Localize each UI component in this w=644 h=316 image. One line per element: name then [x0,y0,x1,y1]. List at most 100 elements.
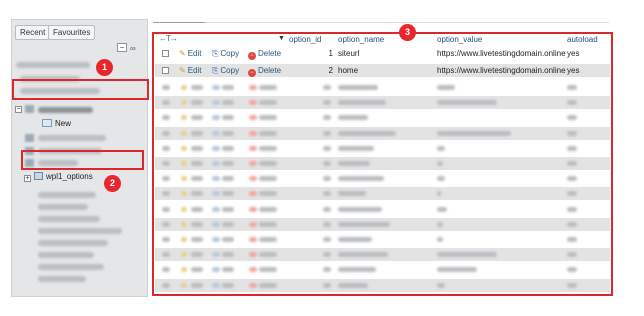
blurred-cell [222,130,234,136]
blurred-cell [212,191,220,197]
blurred-cell [323,145,331,151]
blurred-cell [323,176,331,182]
blurred-cell [259,221,277,227]
table-row: ✎ Edit ⎘ Copy − Delete 1 siteurl https://ww… [155,47,610,60]
new-label: New [55,119,72,128]
blurred-cell [338,206,382,212]
cell-option-name: home [338,66,359,75]
blurred-cell [323,115,331,121]
blurred-cell [567,100,577,106]
column-autoload[interactable]: autoload [567,35,598,45]
blurred-cell [338,115,368,121]
blurred-cell [249,267,257,273]
blurred-cell [567,130,577,136]
top-divider [153,22,609,23]
table-row [155,126,610,140]
blurred-cell [222,267,234,273]
blurred-cell [338,100,386,106]
blurred-cell [162,145,170,151]
link-with-main-icon[interactable]: ∞ [130,44,136,53]
blurred-cell [338,191,366,197]
copy-button[interactable]: ⎘ Copy [212,47,239,60]
blurred-cell [249,176,257,182]
blurred-cell [567,85,577,90]
table-item-options[interactable]: + wpl1_options [24,170,93,183]
blurred-cell [222,191,234,197]
blurred-cell [191,115,203,121]
blurred-cell [259,115,277,121]
blurred-cell [222,115,234,121]
blurred-cell [567,115,577,121]
blurred-cell [191,206,203,212]
database-icon [25,105,34,113]
row-checkbox[interactable] [162,50,169,57]
blurred-cell [567,206,577,212]
table-row [155,141,610,155]
column-arrows-icon[interactable]: ←T→ [159,34,178,43]
blurred-cell [338,221,390,227]
cell-option-name: siteurl [338,49,360,58]
tab-favourites[interactable]: Favourites [48,25,96,40]
cell-option-id: 1 [328,49,333,58]
expand-tree-icon[interactable]: + [24,175,31,182]
blurred-table-item [38,276,86,282]
cell-autoload: yes [567,66,580,75]
collapse-tree-icon[interactable]: − [15,106,22,113]
blurred-cell [323,85,331,90]
tab-recent[interactable]: Recent [15,25,51,40]
blurred-cell [323,130,331,136]
cell-autoload: yes [567,49,580,58]
delete-button[interactable]: − Delete [248,47,281,60]
blurred-nav-item [20,76,80,82]
blurred-cell [567,237,577,242]
blurred-cell [212,85,220,90]
blurred-cell [259,145,277,151]
blurred-table-item [38,240,108,246]
blurred-cell [249,237,257,242]
blurred-cell [191,161,203,166]
blurred-cell [181,85,187,90]
blurred-table-item [38,228,122,234]
blurred-cell [437,282,445,288]
table-row [155,111,610,125]
blurred-cell [249,145,257,151]
cell-option-value: https://www.livetestingdomain.online [437,66,566,75]
blurred-cell [323,267,331,273]
blurred-cell [259,85,277,90]
blurred-cell [181,237,187,242]
blurred-cell [191,85,203,90]
edit-button[interactable]: ✎ Edit [179,47,202,60]
column-option-value[interactable]: option_value [437,35,482,45]
blurred-table-item [38,216,100,222]
blurred-cell [162,191,170,197]
blurred-cell [567,176,577,182]
blurred-cell [249,191,257,197]
blurred-cell [249,115,257,121]
blurred-cell [212,145,220,151]
blurred-cell [437,145,445,151]
blurred-cell [437,191,441,197]
blurred-cell [222,206,234,212]
table-row [155,96,610,110]
blurred-cell [191,100,203,106]
column-option-id[interactable]: option_id [289,35,321,45]
copy-button[interactable]: ⎘ Copy [212,64,239,77]
blurred-table-item [38,135,106,141]
blurred-cell [162,130,170,136]
table-name: wpl1_options [46,172,93,181]
sort-desc-icon[interactable]: ▼ [278,35,285,42]
blurred-cell [259,100,277,106]
collapse-all-icon[interactable]: − [117,43,127,52]
blurred-table-item [38,264,104,270]
database-item[interactable]: − [14,100,147,120]
blurred-cell [259,237,277,242]
blurred-cell [191,252,203,258]
row-checkbox[interactable] [162,67,169,74]
blurred-cell [323,161,331,166]
blurred-cell [162,161,170,166]
table-icon [34,172,43,180]
new-table-link[interactable]: New [42,118,71,129]
column-option-name[interactable]: option_name [338,35,384,45]
edit-button[interactable]: ✎ Edit [179,64,202,77]
delete-button[interactable]: − Delete [248,64,281,77]
